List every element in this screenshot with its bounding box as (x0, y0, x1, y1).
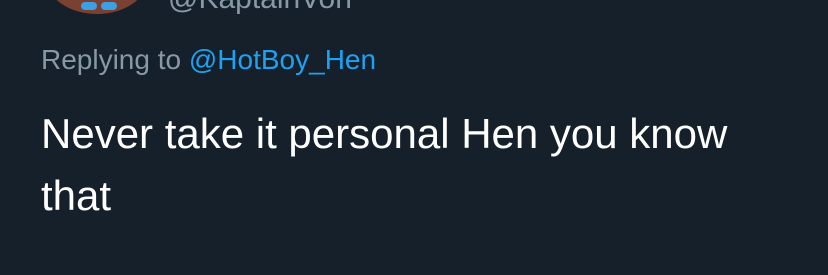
tweet: @KaptainVon Replying to @HotBoy_Hen Neve… (0, 0, 828, 275)
tweet-text: Never take it personal Hen you know that (41, 110, 728, 219)
avatar-shoe-left (81, 2, 97, 10)
avatar-floor (45, 0, 149, 14)
avatar-shoe-right (101, 2, 117, 10)
mention-link[interactable]: @HotBoy_Hen (189, 44, 376, 75)
replying-to: Replying to @HotBoy_Hen (41, 44, 376, 76)
author-handle[interactable]: @KaptainVon (168, 0, 352, 16)
avatar[interactable] (45, 0, 149, 14)
replying-to-label: Replying to (41, 44, 189, 75)
